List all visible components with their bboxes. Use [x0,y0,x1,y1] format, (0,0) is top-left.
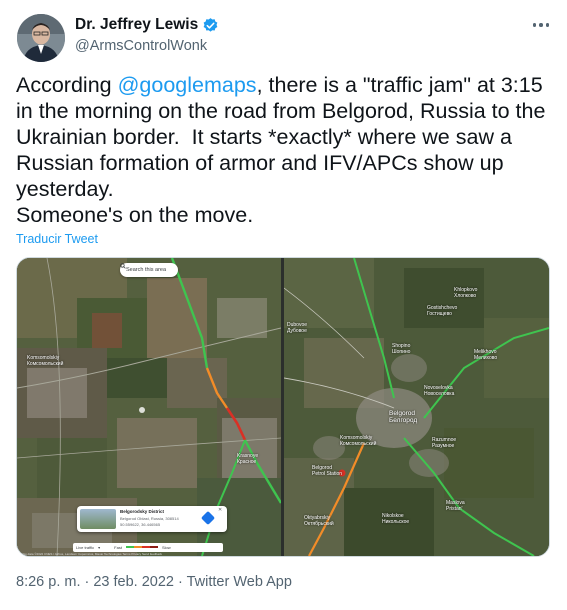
map-label: Maslova Pristan' [446,500,465,512]
slow-label: Slow [161,544,171,550]
map-label: Nikolskoe Никольское [382,513,410,525]
author-display-name[interactable]: Dr. Jeffrey Lewis [75,16,198,34]
chevron-down-icon: ▾ [98,544,101,550]
more-dot-icon [532,23,537,27]
more-dot-icon [545,23,550,27]
tweet-timestamp[interactable]: 8:26 p. m. · 23 feb. 2022 · Twitter Web … [16,574,292,590]
tweet-text-before: According [16,73,118,97]
satellite-map-right [284,258,549,556]
map-label: Komsomolskiy Комсомольский [340,435,377,447]
search-icon [120,263,126,269]
translate-tweet-link[interactable]: Traducir Tweet [16,232,98,246]
place-coordinates: 50.559622, 36.446565 [120,522,161,527]
place-thumbnail [80,509,116,529]
author-name-row: Dr. Jeffrey Lewis [75,16,219,34]
mention-link[interactable]: @googlemaps [118,73,257,97]
avatar-image [17,14,65,62]
place-title: Belgorodsky District [120,509,165,514]
map-label: Krasnoye Красное [237,453,259,465]
author-handle[interactable]: @ArmsControlWonk [75,38,207,54]
map-label: Shopino Шопино [392,343,411,355]
map-label: Gostishchevo Гостищево [427,305,458,317]
map-label: Razumnoe Разумное [432,437,457,449]
tweet-text: According @googlemaps, there is a "traff… [16,72,556,228]
live-traffic-label: Live traffic [76,544,95,550]
map-label: Novoselovka Новоселовка [424,385,455,397]
place-subtitle: Belgorod Oblast, Russia, 308514 [120,516,179,521]
fast-label: Fast [114,544,122,550]
map-label: Oktyabrskiy Октябрьский [304,515,334,527]
map-label-poi: Belgorod Petrol Station [312,465,343,477]
verified-badge-icon [202,17,219,34]
map-label: Dubovoe Дубовое [287,322,308,334]
search-this-area-label: Search this area [126,267,167,273]
map-label: Melikhovo Мелихово [474,349,498,361]
place-info-card[interactable]: Belgorodsky District Belgorod Oblast, Ru… [77,506,227,532]
avatar[interactable] [17,14,65,62]
map-image-left[interactable]: Search this area Komsomolskiy Комсомольс… [17,258,281,556]
map-label-city: Belgorod Белгород [389,410,418,424]
tweet-media[interactable]: Search this area Komsomolskiy Комсомольс… [16,257,550,557]
directions-icon[interactable] [200,510,216,526]
more-options-button[interactable] [528,12,554,38]
map-label: Komsomolskiy Комсомольский [27,355,64,367]
more-dot-icon [539,23,543,27]
close-icon[interactable]: ✕ [218,507,222,513]
map-attribution: Map data ©2022 CNES / Airbus, Landsat / … [21,552,163,556]
map-image-right[interactable]: Khlopkovo Хлопково Gostishchevo Гостищев… [284,258,549,556]
map-label: Khlopkovo Хлопково [454,287,478,299]
live-traffic-legend[interactable]: Live traffic ▾ Fast Slow [73,542,223,552]
search-this-area-button[interactable]: Search this area [120,263,178,277]
traffic-scale-bar [125,545,158,549]
